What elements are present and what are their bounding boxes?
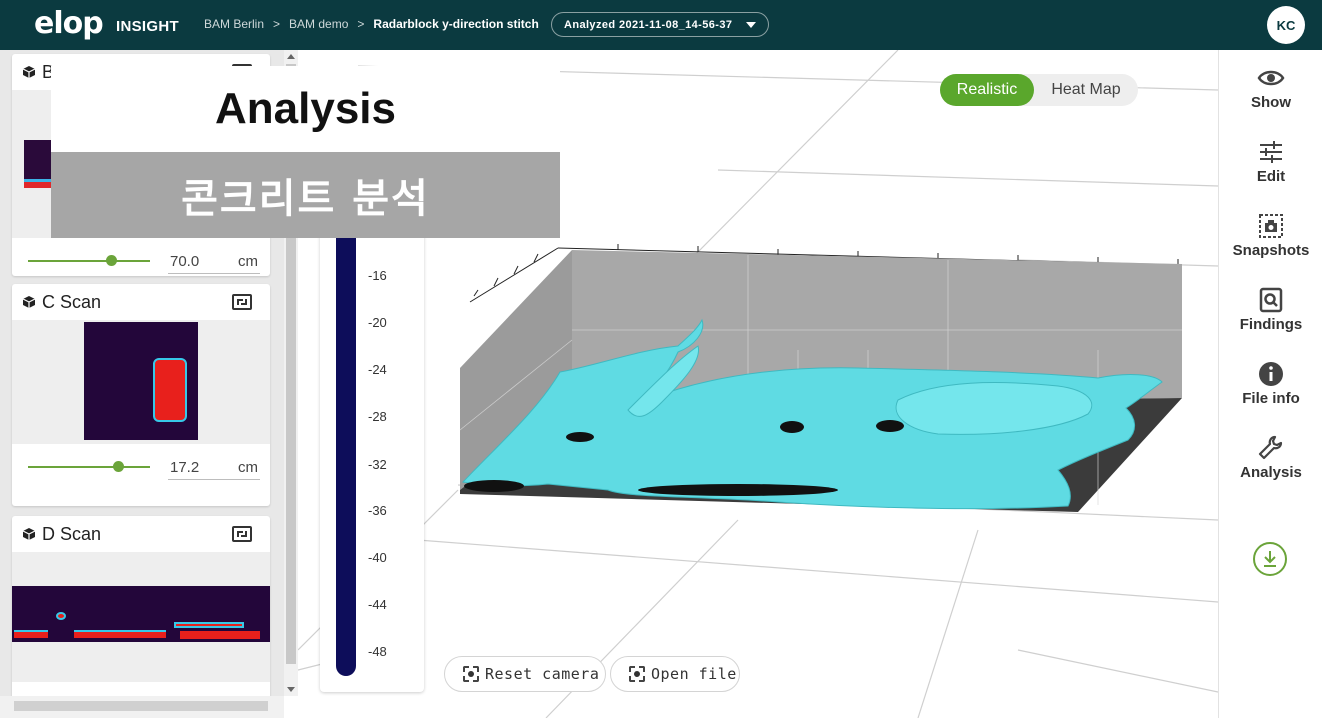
app-window: elop INSIGHT BAM Berlin > BAM demo > Rad… — [0, 0, 1322, 718]
c-scan-depth-value: 17.2 — [170, 459, 200, 476]
view-mode-heat-map[interactable]: Heat Map — [1034, 74, 1138, 106]
d-scan-heatmap — [12, 586, 270, 642]
analysis-version-label: Analyzed 2021-11-08_14-56-37 — [564, 18, 733, 31]
breadcrumb-item-current: Radarblock y-direction stitch — [373, 17, 539, 31]
overlay-title: Analysis — [51, 66, 560, 152]
d-scan-title: D Scan — [42, 523, 102, 544]
unit-label: cm — [238, 253, 258, 270]
sidebar-item-edit[interactable]: Edit — [1219, 138, 1322, 185]
b-scan-depth-input[interactable]: 70.0 cm — [168, 250, 260, 274]
document-search-icon — [1259, 287, 1283, 313]
chevron-down-icon — [746, 22, 756, 28]
reset-camera-label: Reset camera — [485, 665, 600, 683]
c-scan-depth-input[interactable]: 17.2 cm — [168, 456, 260, 480]
view-mode-realistic[interactable]: Realistic — [940, 74, 1034, 106]
top-header: elop INSIGHT BAM Berlin > BAM demo > Rad… — [0, 0, 1322, 50]
overlay-subtitle: 콘크리트 분석 — [51, 152, 560, 238]
slider-track — [28, 260, 150, 262]
sidebar-item-file-info[interactable]: File info — [1219, 360, 1322, 407]
breadcrumb: BAM Berlin > BAM demo > Radarblock y-dir… — [204, 17, 539, 31]
cube-icon — [22, 528, 36, 540]
colorbar-gradient — [336, 238, 356, 676]
d-scan-image — [12, 552, 270, 682]
eye-icon — [1257, 70, 1285, 86]
elop-logo: elop — [34, 6, 104, 41]
depth-colorbar: -16 -20 -24 -28 -32 -36 -40 -44 -48 — [320, 220, 424, 692]
colorbar-label: -40 — [368, 550, 387, 565]
c-scan-heatmap — [84, 322, 198, 440]
d-scan-header: D Scan — [12, 516, 270, 552]
colorbar-label: -32 — [368, 457, 387, 472]
c-scan-header: C Scan — [12, 284, 270, 320]
expand-icon[interactable] — [232, 526, 252, 542]
sidebar-item-label: Snapshots — [1232, 242, 1310, 259]
sidebar-item-label: Findings — [1239, 316, 1303, 333]
brand-name: INSIGHT — [116, 18, 179, 35]
open-file-label: Open file — [651, 665, 737, 683]
sidebar-item-analysis[interactable]: Analysis — [1219, 434, 1322, 481]
sidebar-item-show[interactable]: Show — [1219, 64, 1322, 111]
sidebar-item-label: Edit — [1256, 168, 1286, 185]
cube-icon — [22, 296, 36, 308]
open-file-button[interactable]: Open file — [610, 656, 740, 692]
download-icon — [1264, 551, 1276, 567]
sidebar-item-label: Show — [1251, 94, 1291, 111]
c-scan-depth-slider[interactable]: 17.2 cm — [12, 444, 270, 492]
view-mode-toggle[interactable]: Realistic Heat Map — [940, 74, 1138, 106]
slider-handle[interactable] — [105, 255, 117, 266]
sidebar-item-label: File info — [1242, 390, 1300, 407]
scroll-down-icon[interactable] — [287, 687, 295, 692]
breadcrumb-item-bam-berlin[interactable]: BAM Berlin — [204, 17, 264, 31]
sliders-icon — [1260, 141, 1282, 163]
slider-track — [28, 466, 150, 468]
colorbar-label: -28 — [368, 409, 387, 424]
slider-handle[interactable] — [113, 461, 125, 472]
expand-icon[interactable] — [232, 294, 252, 310]
colorbar-label: -20 — [368, 315, 387, 330]
left-panel-horizontal-scrollbar[interactable] — [0, 696, 284, 718]
colorbar-label: -24 — [368, 362, 387, 377]
scrollbar-thumb[interactable] — [14, 701, 268, 711]
camera-icon — [1259, 214, 1283, 238]
breadcrumb-item-bam-demo[interactable]: BAM demo — [289, 17, 348, 31]
scroll-up-icon[interactable] — [287, 54, 295, 59]
right-toolbar: Show Edit Snapshots Findings File info A… — [1218, 50, 1322, 718]
d-scan-card: D Scan — [12, 516, 270, 718]
breadcrumb-separator: > — [273, 17, 281, 31]
colorbar-label: -16 — [368, 268, 387, 283]
c-scan-title: C Scan — [42, 291, 102, 312]
colorbar-label: -36 — [368, 503, 387, 518]
c-scan-card: C Scan 17.2 cm — [12, 284, 270, 506]
b-scan-depth-value: 70.0 — [170, 253, 200, 270]
colorbar-label: -48 — [368, 644, 387, 659]
reset-camera-button[interactable]: Reset camera — [444, 656, 606, 692]
sidebar-item-snapshots[interactable]: Snapshots — [1219, 212, 1322, 259]
wrench-icon — [1258, 435, 1283, 460]
c-scan-image — [12, 320, 270, 444]
cube-icon — [22, 66, 36, 78]
sidebar-item-label: Analysis — [1240, 464, 1302, 481]
breadcrumb-separator: > — [357, 17, 365, 31]
unit-label: cm — [238, 459, 258, 476]
sidebar-item-findings[interactable]: Findings — [1219, 286, 1322, 333]
b-scan-depth-slider[interactable]: 70.0 cm — [12, 238, 270, 286]
focus-icon — [463, 666, 479, 682]
info-icon — [1259, 362, 1283, 386]
analysis-version-dropdown[interactable]: Analyzed 2021-11-08_14-56-37 — [551, 12, 769, 37]
user-avatar[interactable]: KC — [1267, 6, 1305, 44]
download-button[interactable] — [1253, 542, 1287, 576]
colorbar-label: -44 — [368, 597, 387, 612]
focus-icon — [629, 666, 645, 682]
